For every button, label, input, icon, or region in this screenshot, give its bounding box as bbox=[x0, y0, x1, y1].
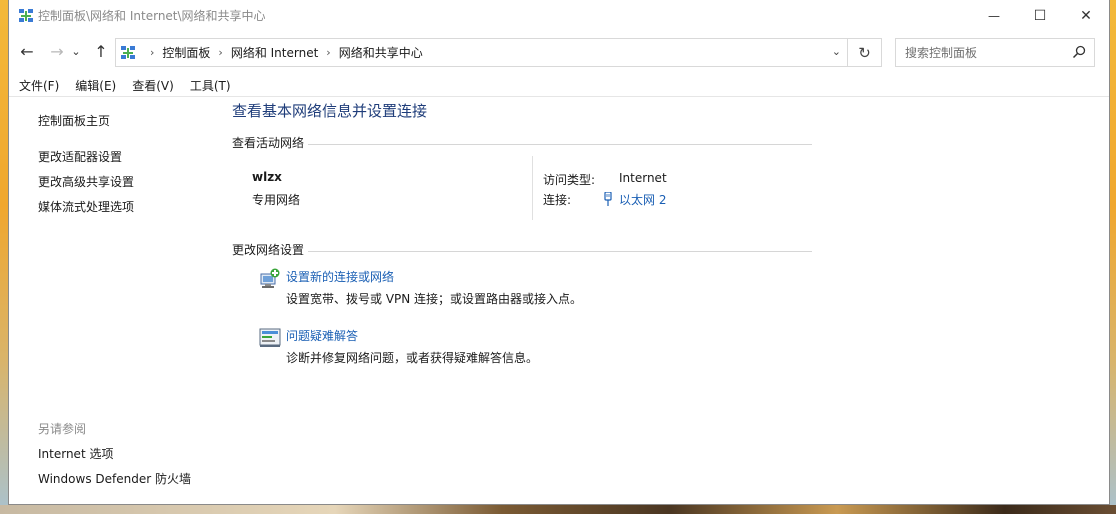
menu-file[interactable]: 文件(F) bbox=[19, 77, 59, 94]
recent-locations-button[interactable]: ⌄ bbox=[69, 33, 83, 69]
section-divider bbox=[308, 144, 812, 145]
section-divider bbox=[308, 251, 812, 252]
minimize-button[interactable]: — bbox=[971, 0, 1017, 31]
see-also-heading: 另请参阅 bbox=[38, 422, 87, 436]
close-button[interactable]: ✕ bbox=[1063, 0, 1109, 31]
page-title: 查看基本网络信息并设置连接 bbox=[232, 102, 428, 120]
control-panel-window: 控制面板\网络和 Internet\网络和共享中心 — ☐ ✕ ← → ⌄ ↑ bbox=[8, 0, 1110, 505]
up-button[interactable]: ↑ bbox=[89, 33, 113, 69]
window-title: 控制面板\网络和 Internet\网络和共享中心 bbox=[38, 9, 266, 23]
network-type: 专用网络 bbox=[252, 193, 301, 207]
access-type-label: 访问类型: bbox=[543, 173, 596, 187]
troubleshoot-problems-description: 诊断并修复网络问题，或者获得疑难解答信息。 bbox=[286, 351, 539, 365]
breadcrumb-separator: › bbox=[218, 46, 223, 59]
chevron-down-icon: ⌄ bbox=[71, 44, 81, 58]
change-advanced-sharing-link[interactable]: 更改高级共享设置 bbox=[38, 173, 134, 190]
address-bar[interactable]: › 控制面板 › 网络和 Internet › 网络和共享中心 ⌄ bbox=[115, 38, 848, 67]
network-app-icon bbox=[19, 9, 33, 22]
breadcrumb-control-panel[interactable]: 控制面板 bbox=[162, 44, 210, 61]
vertical-divider bbox=[532, 156, 533, 220]
search-icon[interactable] bbox=[1072, 45, 1086, 59]
change-settings-heading: 更改网络设置 bbox=[232, 243, 305, 257]
menu-view[interactable]: 查看(V) bbox=[132, 77, 174, 94]
control-panel-home-link[interactable]: 控制面板主页 bbox=[38, 112, 110, 129]
network-location-icon bbox=[121, 46, 135, 59]
minimize-icon: — bbox=[988, 8, 1000, 23]
refresh-button[interactable]: ↻ bbox=[848, 38, 882, 67]
forward-button[interactable]: → bbox=[45, 33, 69, 69]
windows-defender-firewall-link[interactable]: Windows Defender 防火墙 bbox=[38, 470, 191, 487]
back-button[interactable]: ← bbox=[15, 33, 39, 69]
breadcrumb-sharing-center[interactable]: 网络和共享中心 bbox=[339, 44, 423, 61]
setup-new-connection-link[interactable]: 设置新的连接或网络 bbox=[286, 268, 394, 285]
breadcrumb-separator: › bbox=[326, 46, 331, 59]
network-name: wlzx bbox=[252, 170, 282, 184]
connections-label: 连接: bbox=[543, 193, 572, 207]
ethernet-plug-icon bbox=[604, 192, 612, 206]
change-adapter-settings-link[interactable]: 更改适配器设置 bbox=[38, 148, 122, 165]
refresh-icon: ↻ bbox=[858, 43, 871, 62]
close-icon: ✕ bbox=[1080, 7, 1092, 24]
breadcrumb-separator: › bbox=[150, 46, 155, 59]
troubleshoot-problems-link[interactable]: 问题疑难解答 bbox=[286, 327, 358, 344]
navigation-bar: ← → ⌄ ↑ › 控制面板 › 网络和 Internet › 网络和共享中心 … bbox=[9, 33, 1109, 69]
maximize-button[interactable]: ☐ bbox=[1017, 0, 1063, 31]
desktop-wallpaper bbox=[0, 505, 1116, 514]
troubleshoot-icon bbox=[259, 328, 281, 347]
back-arrow-icon: ← bbox=[20, 41, 34, 61]
internet-options-link[interactable]: Internet 选项 bbox=[38, 445, 113, 462]
menu-edit[interactable]: 编辑(E) bbox=[75, 77, 116, 94]
forward-arrow-icon: → bbox=[50, 41, 64, 61]
search-input[interactable] bbox=[896, 39, 1066, 66]
breadcrumb-network-internet[interactable]: 网络和 Internet bbox=[231, 44, 318, 61]
media-streaming-options-link[interactable]: 媒体流式处理选项 bbox=[38, 198, 134, 215]
search-box bbox=[895, 38, 1095, 67]
breadcrumb: › 控制面板 › 网络和 Internet › 网络和共享中心 bbox=[142, 39, 423, 66]
ethernet-connection-link[interactable]: 以太网 2 bbox=[619, 191, 666, 208]
setup-new-connection-description: 设置宽带、拨号或 VPN 连接；或设置路由器或接入点。 bbox=[286, 292, 583, 306]
menu-bar: 文件(F) 编辑(E) 查看(V) 工具(T) bbox=[9, 75, 1109, 97]
address-dropdown-icon[interactable]: ⌄ bbox=[832, 45, 841, 58]
network-setup-icon bbox=[260, 268, 280, 288]
up-arrow-icon: ↑ bbox=[94, 41, 108, 61]
access-type-value: Internet bbox=[619, 171, 667, 185]
menu-tools[interactable]: 工具(T) bbox=[190, 77, 231, 94]
title-bar: 控制面板\网络和 Internet\网络和共享中心 — ☐ ✕ bbox=[9, 0, 1109, 31]
maximize-icon: ☐ bbox=[1033, 7, 1047, 24]
active-networks-heading: 查看活动网络 bbox=[232, 136, 305, 150]
